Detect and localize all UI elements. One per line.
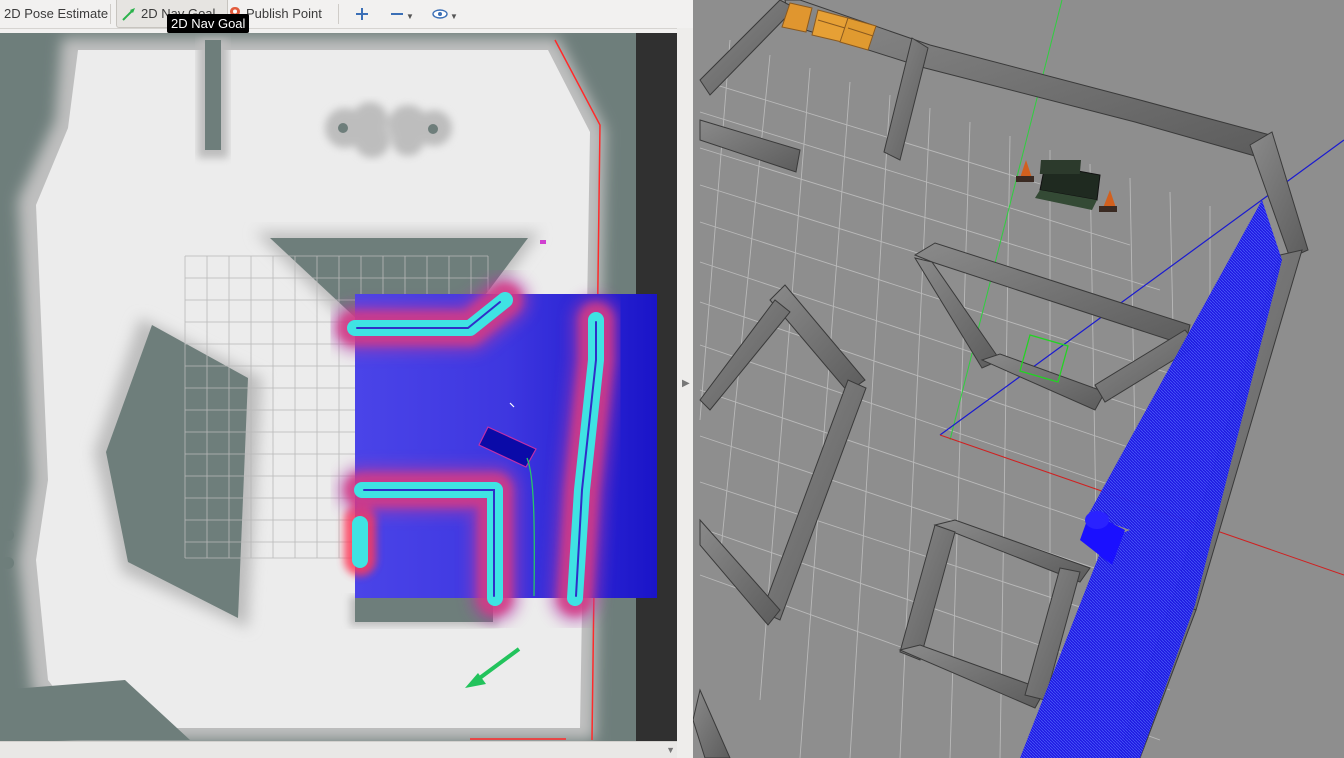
toolbar-divider	[110, 4, 111, 24]
horizontal-scrollbar[interactable]: ▼	[0, 741, 677, 758]
plus-icon	[356, 7, 368, 20]
view-tool-button[interactable]: ▼	[432, 0, 458, 27]
chevron-right-icon[interactable]: ▶	[682, 378, 690, 389]
remove-tool-button[interactable]: ▼	[390, 0, 414, 27]
chevron-down-icon: ▼	[406, 12, 414, 21]
add-tool-button[interactable]	[355, 0, 369, 27]
pose-estimate-tool[interactable]: 2D Pose Estimate	[4, 0, 108, 27]
minus-icon	[391, 12, 403, 15]
toolbar-divider	[338, 4, 339, 24]
chevron-down-icon: ▼	[450, 12, 458, 21]
chevron-down-icon: ▼	[666, 745, 675, 755]
eye-icon	[432, 8, 448, 19]
green-arrow-icon	[122, 7, 135, 21]
map-render-view[interactable]	[0, 33, 677, 741]
marker-dot	[540, 240, 546, 244]
rviz-panel: 2D Pose Estimate 2D Nav Goal Publish Poi…	[0, 0, 693, 758]
gazebo-view[interactable]	[693, 0, 1344, 758]
tool-bar: 2D Pose Estimate 2D Nav Goal Publish Poi…	[0, 0, 693, 29]
pose-estimate-label: 2D Pose Estimate	[4, 6, 109, 21]
tooltip-text: 2D Nav Goal	[171, 16, 246, 31]
publish-point-label: Publish Point	[246, 6, 322, 21]
panel-splitter[interactable]	[677, 28, 693, 758]
tooltip: 2D Nav Goal	[167, 14, 250, 33]
